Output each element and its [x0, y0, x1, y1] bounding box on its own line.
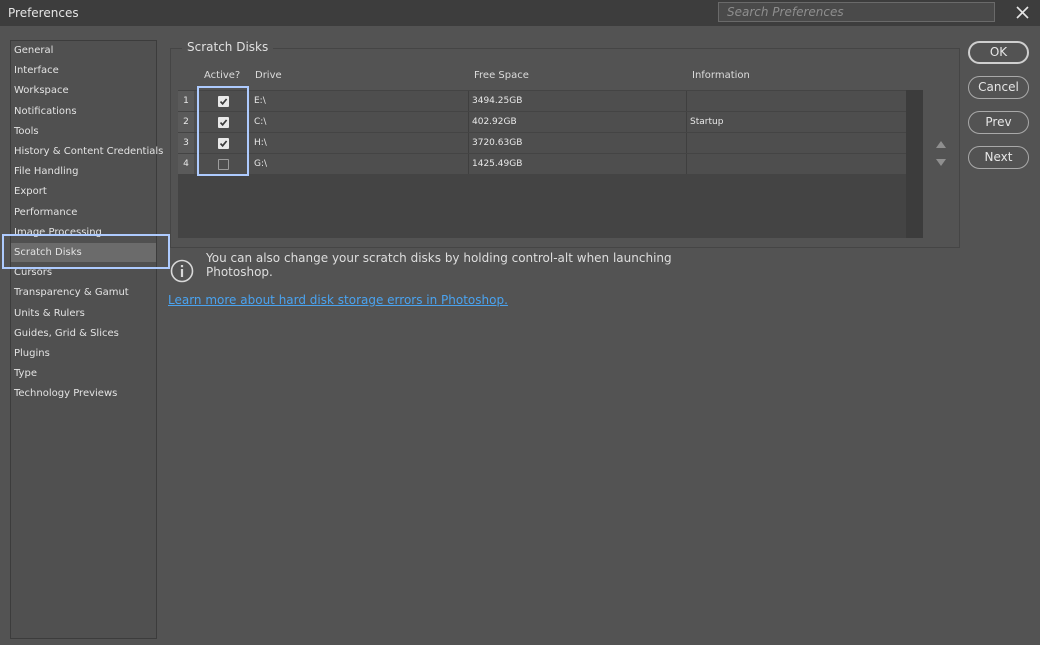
sidebar-item[interactable]: Units & Rulers: [11, 304, 156, 323]
row-number: 4: [178, 154, 194, 174]
sidebar-item[interactable]: Technology Previews: [11, 384, 156, 403]
column-header-information: Information: [692, 70, 750, 81]
learn-more-link[interactable]: Learn more about hard disk storage error…: [168, 293, 508, 307]
column-separator: [248, 91, 249, 111]
cell-free: 402.92GB: [472, 117, 517, 127]
column-separator: [686, 112, 687, 132]
table-scrollbar[interactable]: [906, 90, 923, 238]
row-number: 3: [178, 133, 194, 153]
checkmark-icon: [219, 119, 228, 127]
info-icon: [170, 259, 194, 283]
cell-info: Startup: [690, 117, 724, 127]
sidebar-item[interactable]: Transparency & Gamut: [11, 283, 156, 302]
cell-drive: E:\: [254, 96, 266, 106]
column-separator: [248, 133, 249, 153]
sidebar-item[interactable]: Workspace: [11, 81, 156, 100]
sidebar-item[interactable]: Type: [11, 364, 156, 383]
sidebar-item[interactable]: Interface: [11, 61, 156, 80]
active-checkbox[interactable]: [218, 138, 229, 149]
sidebar-item[interactable]: General: [11, 41, 156, 60]
row-number: 2: [178, 112, 194, 132]
cell-drive: G:\: [254, 159, 268, 169]
column-separator: [248, 154, 249, 174]
table-row[interactable]: 2 C:\ 402.92GB Startup: [178, 112, 906, 132]
prev-button[interactable]: Prev: [968, 111, 1029, 134]
triangle-up-icon[interactable]: [934, 139, 948, 152]
search-input[interactable]: [718, 2, 995, 22]
preferences-sidebar: General Interface Workspace Notifications To…: [10, 40, 163, 639]
cell-free: 1425.49GB: [472, 159, 523, 169]
sidebar-item[interactable]: Tools: [11, 122, 156, 141]
column-separator: [686, 91, 687, 111]
column-separator: [468, 112, 469, 132]
triangle-down-icon[interactable]: [934, 158, 948, 171]
column-header-active: Active?: [204, 70, 241, 81]
checkmark-icon: [219, 98, 228, 106]
sidebar-item[interactable]: Performance: [11, 203, 156, 222]
sidebar-item[interactable]: File Handling: [11, 162, 156, 181]
column-separator: [468, 91, 469, 111]
active-checkbox[interactable]: [218, 117, 229, 128]
sidebar-item[interactable]: Plugins: [11, 344, 156, 363]
scratch-disk-hint: You can also change your scratch disks b…: [206, 251, 672, 279]
checkmark-icon: [219, 140, 228, 148]
window-title: Preferences: [8, 6, 79, 20]
sidebar-item[interactable]: Notifications: [11, 102, 156, 121]
table-row[interactable]: 3 H:\ 3720.63GB: [178, 133, 906, 153]
sidebar-item[interactable]: Export: [11, 182, 156, 201]
cancel-button[interactable]: Cancel: [968, 76, 1029, 99]
table-row[interactable]: 1 E:\ 3494.25GB: [178, 91, 906, 111]
column-separator: [468, 154, 469, 174]
sidebar-item[interactable]: Image Processing: [11, 223, 156, 242]
column-header-drive: Drive: [255, 70, 282, 81]
row-number: 1: [178, 91, 194, 111]
table-row[interactable]: 4 G:\ 1425.49GB: [178, 154, 906, 174]
scratch-disk-table: 1 E:\ 3494.25GB 2 C:\ 402.92GB Startup 3 H:\ 3720…: [178, 90, 923, 238]
close-icon[interactable]: [1013, 4, 1033, 22]
column-header-free-space: Free Space: [474, 70, 529, 81]
sidebar-item[interactable]: Cursors: [11, 263, 156, 282]
sidebar-item[interactable]: Guides, Grid & Slices: [11, 324, 156, 343]
cell-free: 3494.25GB: [472, 96, 523, 106]
active-checkbox[interactable]: [218, 96, 229, 107]
cell-free: 3720.63GB: [472, 138, 523, 148]
ok-button[interactable]: OK: [968, 41, 1029, 64]
cell-drive: C:\: [254, 117, 267, 127]
next-button[interactable]: Next: [968, 146, 1029, 169]
sidebar-item[interactable]: Scratch Disks: [11, 243, 156, 262]
column-separator: [248, 112, 249, 132]
cell-drive: H:\: [254, 138, 267, 148]
column-separator: [686, 133, 687, 153]
active-checkbox[interactable]: [218, 159, 229, 170]
sidebar-item[interactable]: History & Content Credentials: [11, 142, 163, 161]
column-separator: [686, 154, 687, 174]
column-separator: [468, 133, 469, 153]
title-bar: Preferences: [0, 0, 1040, 26]
group-title: Scratch Disks: [182, 40, 274, 54]
